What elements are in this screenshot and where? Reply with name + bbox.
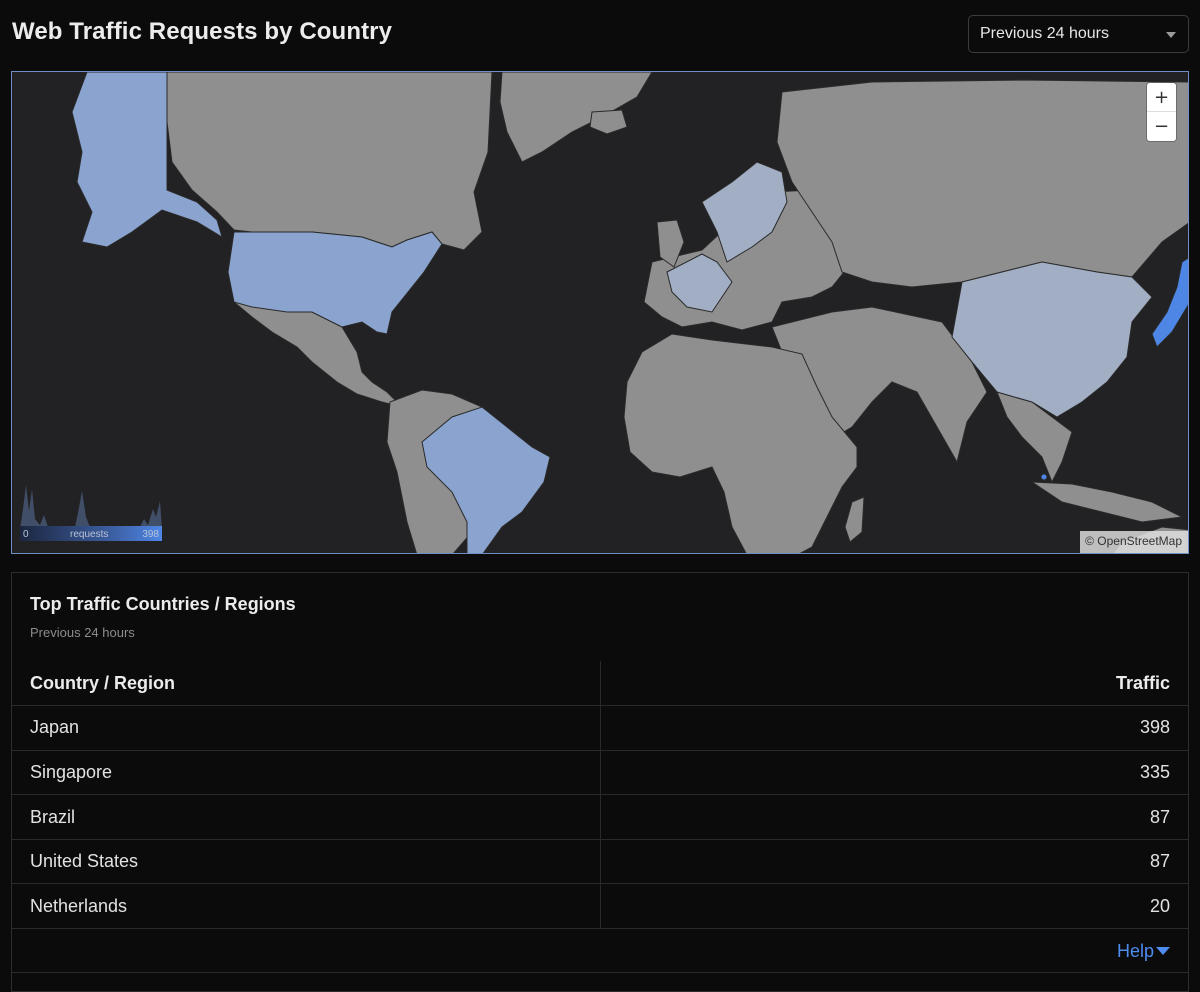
time-range-value: Previous 24 hours — [980, 25, 1109, 42]
legend-max: 398 — [142, 529, 159, 540]
world-map[interactable]: + − 0 requests 398 © OpenStreetMap — [11, 71, 1189, 554]
traffic-cell: 87 — [600, 794, 1188, 840]
legend-label: requests — [70, 529, 109, 540]
country-cell: Singapore — [12, 750, 601, 796]
page-header: Web Traffic Requests by Country Previous… — [0, 0, 1200, 68]
table-row: United States 87 — [12, 839, 1188, 885]
triangle-down-icon — [1156, 947, 1170, 955]
table-header-row: Country / Region Traffic — [12, 661, 1188, 707]
help-toggle[interactable]: Help — [1117, 941, 1170, 962]
column-header-country[interactable]: Country / Region — [12, 661, 601, 707]
panel-subtitle: Previous 24 hours — [30, 625, 135, 640]
map-legend: 0 requests 398 — [20, 479, 162, 541]
zoom-out-button[interactable]: − — [1147, 112, 1176, 141]
zoom-controls: + − — [1147, 83, 1176, 141]
traffic-cell: 398 — [600, 705, 1188, 751]
world-map-canvas[interactable] — [12, 72, 1189, 554]
column-header-traffic[interactable]: Traffic — [600, 661, 1188, 707]
help-label: Help — [1116, 941, 1154, 961]
zoom-in-button[interactable]: + — [1147, 83, 1176, 112]
country-cell: United States — [12, 839, 601, 885]
legend-min: 0 — [23, 529, 29, 540]
traffic-cell: 335 — [600, 750, 1188, 796]
table-row: Netherlands 20 — [12, 883, 1188, 930]
traffic-cell: 20 — [600, 883, 1188, 930]
table-row: Brazil 87 — [12, 794, 1188, 840]
country-cell: Netherlands — [12, 883, 601, 930]
map-attribution[interactable]: © OpenStreetMap — [1080, 531, 1188, 553]
caret-down-icon — [1166, 32, 1176, 38]
page-title: Web Traffic Requests by Country — [12, 18, 393, 45]
country-cell: Brazil — [12, 794, 601, 840]
top-countries-panel: Top Traffic Countries / Regions Previous… — [11, 572, 1189, 992]
legend-distribution-sparkline — [20, 485, 162, 529]
traffic-cell: 87 — [600, 839, 1188, 885]
table-row: Japan 398 — [12, 705, 1188, 751]
panel-footer-divider — [12, 972, 1188, 973]
time-range-select[interactable]: Previous 24 hours — [968, 15, 1189, 53]
country-cell: Japan — [12, 705, 601, 751]
panel-title: Top Traffic Countries / Regions — [30, 594, 296, 614]
table-row: Singapore 335 — [12, 750, 1188, 796]
traffic-table: Country / Region Traffic Japan 398 Singa… — [12, 661, 1188, 930]
